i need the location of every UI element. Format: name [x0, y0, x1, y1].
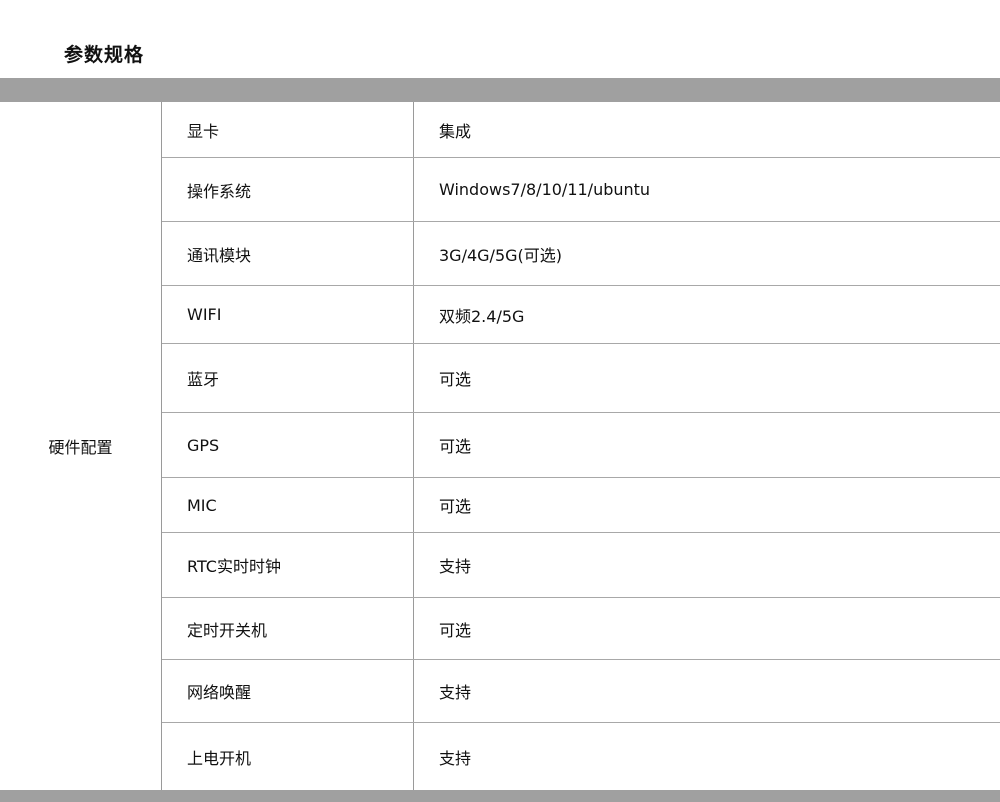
page-title: 参数规格: [64, 44, 145, 66]
spec-value: 支持: [439, 748, 472, 768]
spec-value: 支持: [439, 683, 472, 702]
spec-key: WIFI: [187, 305, 222, 324]
footer-band: [0, 790, 1000, 802]
spec-key: 蓝牙: [187, 370, 220, 389]
table-row: 定时开关机 可选: [162, 598, 1000, 660]
table-row: 网络唤醒 支持: [162, 660, 1000, 723]
spec-key: 通讯模块: [187, 245, 252, 265]
table-row: 显卡 集成: [162, 102, 1000, 158]
table-row: WIFI 双频2.4/5G: [162, 286, 1000, 344]
table-row: 通讯模块 3G/4G/5G(可选): [162, 222, 1000, 286]
spec-key: 显卡: [187, 121, 220, 141]
spec-value: Windows7/8/10/11/ubuntu: [439, 180, 651, 199]
header-band: [0, 78, 1000, 102]
spec-value: 支持: [439, 557, 472, 576]
spec-value: 可选: [439, 437, 472, 456]
table-row: 蓝牙 可选: [162, 344, 1000, 413]
spec-key: MIC: [187, 495, 217, 515]
spec-key: 定时开关机: [187, 620, 268, 640]
spec-value: 可选: [439, 370, 472, 389]
table-row: 上电开机 支持: [162, 723, 1000, 790]
spec-value: 双频2.4/5G: [439, 306, 525, 326]
spec-key: RTC实时时钟: [187, 557, 281, 576]
table-row: 操作系统 Windows7/8/10/11/ubuntu: [162, 158, 1000, 222]
spec-value: 集成: [439, 121, 472, 141]
spec-value: 3G/4G/5G(可选): [439, 245, 563, 265]
group-label: 硬件配置: [48, 438, 113, 457]
spec-key: 操作系统: [187, 181, 252, 201]
spec-key: 上电开机: [187, 748, 252, 768]
spec-key: GPS: [187, 435, 220, 455]
spec-key: 网络唤醒: [187, 683, 252, 702]
table-row: GPS 可选: [162, 413, 1000, 478]
spec-value: 可选: [439, 620, 472, 640]
spec-value: 可选: [439, 497, 472, 516]
table-row: RTC实时时钟 支持: [162, 533, 1000, 598]
table-row: MIC 可选: [162, 478, 1000, 533]
